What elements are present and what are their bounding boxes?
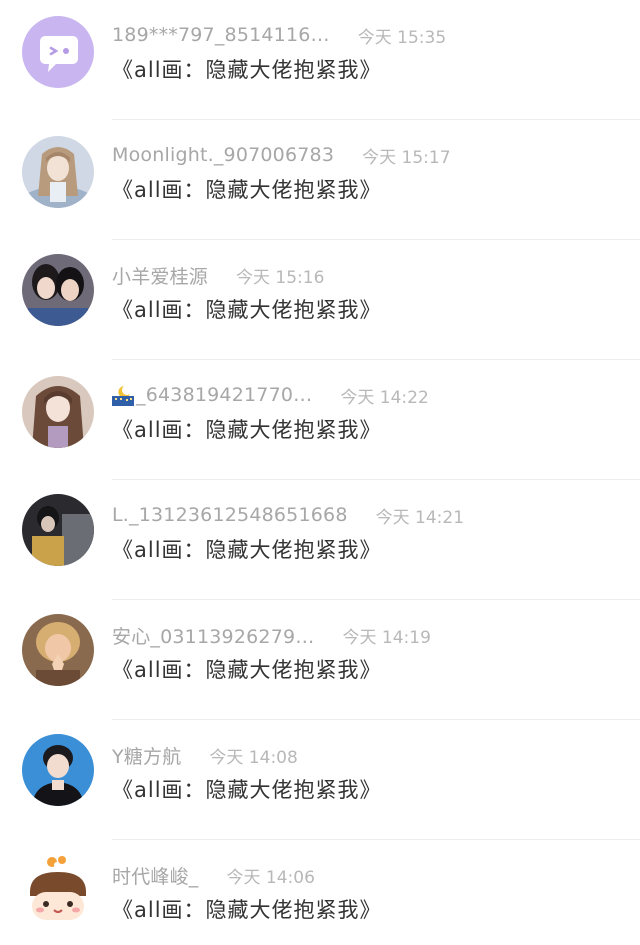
- young-man-avatar: [22, 734, 94, 806]
- username[interactable]: Y糖方航: [112, 742, 181, 769]
- comment-meta: Y糖方航 今天 14:08: [112, 742, 298, 768]
- cartoon-face-avatar: [22, 852, 94, 924]
- comment-item[interactable]: 安心_03113926279… 今天 14:19 《all画：隐藏大佬抱紧我》: [0, 600, 640, 720]
- comment-text: 《all画：隐藏大佬抱紧我》: [112, 298, 382, 322]
- two-people-avatar: [22, 254, 94, 326]
- timestamp: 今天 15:35: [357, 27, 447, 48]
- comment-text: 《all画：隐藏大佬抱紧我》: [112, 538, 382, 562]
- avatar[interactable]: [22, 734, 94, 806]
- username[interactable]: _643819421770…: [136, 384, 312, 406]
- chat-bubble-icon: [22, 16, 94, 88]
- anime-girl-avatar: [22, 136, 94, 208]
- night-city-icon: [112, 384, 134, 406]
- comment-text: 《all画：隐藏大佬抱紧我》: [112, 898, 382, 922]
- timestamp: 今天 14:19: [342, 627, 431, 648]
- comment-meta: 小羊爱桂源 今天 15:16: [112, 262, 324, 288]
- illustrated-girl-avatar: [22, 376, 94, 448]
- comment-list: 189***797_8514116… 今天 15:35 《all画：隐藏大佬抱紧…: [0, 0, 640, 945]
- comment-meta: Moonlight._907006783 今天 15:17: [112, 142, 451, 168]
- comment-text: 《all画：隐藏大佬抱紧我》: [112, 58, 382, 82]
- username[interactable]: Moonlight._907006783: [112, 144, 334, 166]
- comment-meta: 189***797_8514116… 今天 15:35: [112, 22, 446, 48]
- comment-text: 《all画：隐藏大佬抱紧我》: [112, 778, 382, 802]
- comment-item[interactable]: _643819421770… 今天 14:22 《all画：隐藏大佬抱紧我》: [0, 360, 640, 480]
- comment-text: 《all画：隐藏大佬抱紧我》: [112, 658, 382, 682]
- dark-photo-avatar: [22, 494, 94, 566]
- username[interactable]: L._1312361254865​1668: [112, 504, 348, 526]
- comment-meta: 时代峰峻_ 今天 14:06: [112, 862, 315, 888]
- comment-item[interactable]: 时代峰峻_ 今天 14:06 《all画：隐藏大佬抱紧我》: [0, 840, 640, 945]
- username[interactable]: 189***797_8514116…: [112, 24, 330, 46]
- username[interactable]: 时代峰峻_: [112, 862, 199, 889]
- comment-item[interactable]: 189***797_8514116… 今天 15:35 《all画：隐藏大佬抱紧…: [0, 0, 640, 120]
- timestamp: 今天 14:21: [375, 507, 465, 528]
- avatar[interactable]: [22, 852, 94, 924]
- avatar[interactable]: [22, 16, 94, 88]
- timestamp: 今天 14:06: [226, 867, 315, 888]
- comment-meta: L._1312361254865​1668 今天 14:21: [112, 502, 464, 528]
- avatar[interactable]: [22, 254, 94, 326]
- comment-meta: _643819421770… 今天 14:22: [112, 382, 429, 408]
- comment-item[interactable]: 小羊爱桂源 今天 15:16 《all画：隐藏大佬抱紧我》: [0, 240, 640, 360]
- username[interactable]: 安心_03113926279…: [112, 622, 314, 649]
- avatar[interactable]: [22, 136, 94, 208]
- comment-text: 《all画：隐藏大佬抱紧我》: [112, 178, 382, 202]
- comment-meta: 安心_03113926279… 今天 14:19: [112, 622, 431, 648]
- timestamp: 今天 15:16: [236, 267, 325, 288]
- comment-item[interactable]: Moonlight._907006783 今天 15:17 《all画：隐藏大佬…: [0, 120, 640, 240]
- comment-item[interactable]: L._1312361254865​1668 今天 14:21 《all画：隐藏大…: [0, 480, 640, 600]
- timestamp: 今天 14:08: [209, 747, 298, 768]
- avatar[interactable]: [22, 376, 94, 448]
- praying-child-avatar: [22, 614, 94, 686]
- avatar[interactable]: [22, 494, 94, 566]
- timestamp: 今天 15:17: [362, 147, 451, 168]
- avatar[interactable]: [22, 614, 94, 686]
- timestamp: 今天 14:22: [340, 387, 429, 408]
- comment-item[interactable]: Y糖方航 今天 14:08 《all画：隐藏大佬抱紧我》: [0, 720, 640, 840]
- comment-text: 《all画：隐藏大佬抱紧我》: [112, 418, 382, 442]
- username[interactable]: 小羊爱桂源: [112, 262, 208, 289]
